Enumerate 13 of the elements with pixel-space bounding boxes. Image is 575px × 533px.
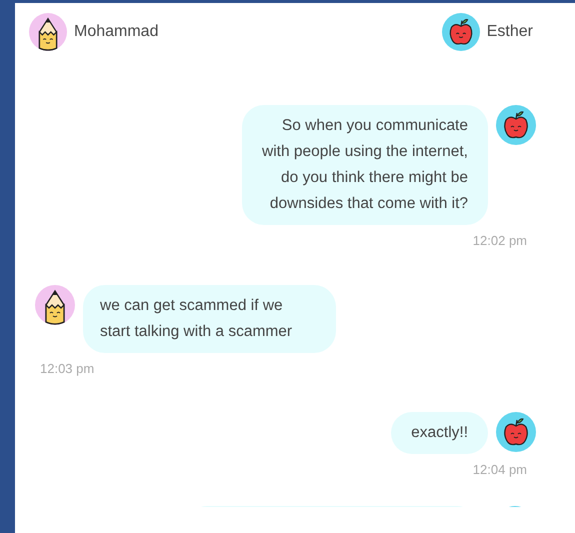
message-bubble: we can get scammed if we start talking with a scammer — [83, 284, 336, 352]
message-time: 12:03 pm — [40, 360, 94, 378]
apple-avatar-icon — [442, 13, 480, 51]
pencil-avatar-icon — [29, 13, 67, 51]
participant-name: Esther — [486, 22, 533, 42]
message-time: 12:02 pm — [472, 232, 527, 250]
participant-name: Mohammad — [74, 22, 158, 42]
pencil-avatar-icon — [35, 284, 75, 324]
message-time: 12:04 pm — [472, 461, 527, 479]
apple-avatar-icon — [496, 412, 536, 452]
message-bubble: So when you communicate with people using the internet, do you think there might be downsides that come with it? — [242, 105, 488, 225]
apple-avatar-icon — [496, 105, 536, 145]
message-bubble: exactly!! — [391, 412, 488, 454]
